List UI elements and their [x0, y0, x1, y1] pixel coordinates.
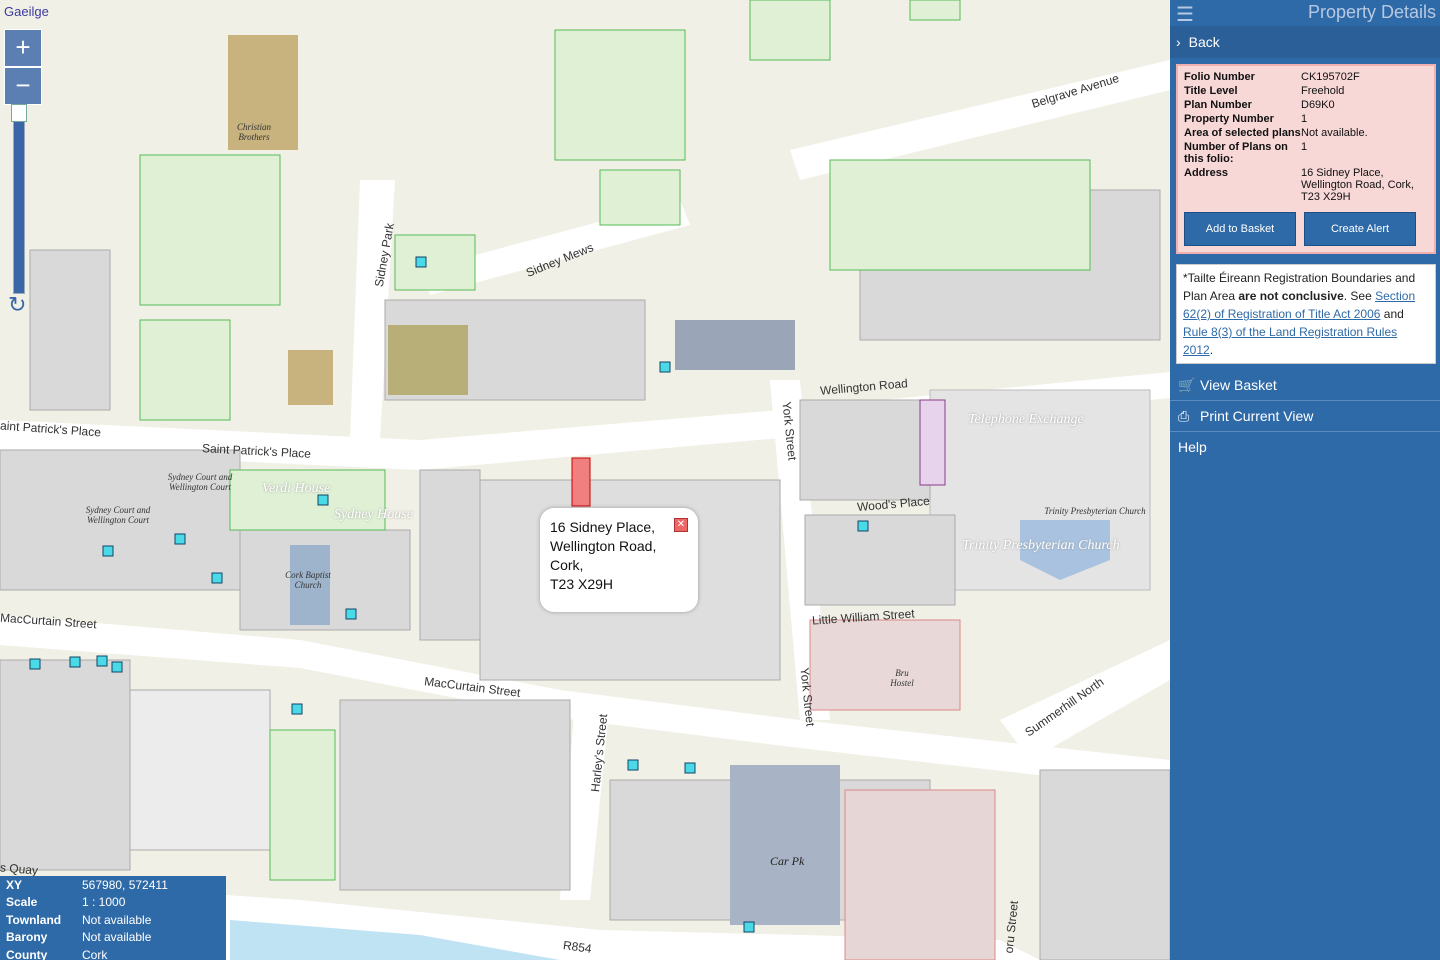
- label-bru-hostel: Bru Hostel: [890, 668, 914, 688]
- label-trinity-church: Trinity Presbyterian Church: [962, 538, 1120, 553]
- property-panel: ☰ Property Details › Back Folio Number CK…: [1170, 0, 1440, 960]
- cart-icon: 🛒: [1178, 376, 1196, 393]
- language-link[interactable]: Gaeilge: [4, 4, 49, 19]
- back-label: Back: [1188, 34, 1220, 50]
- townland-label: Townland: [6, 912, 62, 927]
- popup-line-1: 16 Sidney Place,: [550, 519, 656, 535]
- detail-key: Property Number: [1184, 113, 1274, 125]
- detail-key: Folio Number: [1184, 71, 1255, 83]
- refresh-icon[interactable]: ↻: [8, 292, 26, 318]
- view-basket-label: View Basket: [1200, 377, 1277, 393]
- detail-row: Number of Plans on this folio: 1: [1178, 140, 1434, 166]
- county-label: County: [6, 947, 48, 960]
- notice-bold: are not conclusive: [1238, 289, 1344, 303]
- notice-text: . See: [1343, 289, 1376, 303]
- barony-value: Not available: [82, 930, 152, 945]
- detail-value: D69K0: [1301, 99, 1335, 111]
- back-button[interactable]: › Back: [1170, 26, 1440, 58]
- scale-label: Scale: [6, 895, 38, 910]
- detail-value: 16 Sidney Place, Wellington Road, Cork, …: [1301, 167, 1414, 203]
- detail-value: 1: [1301, 141, 1308, 153]
- detail-row: Title Level Freehold: [1178, 84, 1434, 98]
- chevron-right-icon: ›: [1176, 34, 1181, 50]
- label-car-park: Car Pk: [770, 854, 805, 868]
- print-view-item[interactable]: ⎙ Print Current View: [1170, 401, 1440, 432]
- detail-key: Address: [1184, 167, 1229, 179]
- popup-line-2: Wellington Road,: [550, 538, 657, 554]
- menu-icon[interactable]: ☰: [1176, 2, 1194, 27]
- detail-value: Not available.: [1301, 127, 1368, 139]
- label-trinity-small: Trinity Presbyterian Church: [1044, 506, 1146, 516]
- detail-key: Plan Number: [1184, 99, 1252, 111]
- view-basket-item[interactable]: 🛒 View Basket: [1170, 370, 1440, 401]
- label-cork-baptist: Cork Baptist Church: [285, 570, 331, 590]
- detail-row: Folio Number CK195702F: [1178, 70, 1434, 84]
- label-christian-brothers: Christian Brothers: [236, 122, 271, 142]
- zoom-out-button[interactable]: −: [4, 67, 42, 105]
- detail-row: Property Number 1: [1178, 112, 1434, 126]
- label-verdi-house: Verdi House: [262, 481, 331, 496]
- notice-text: .: [1209, 343, 1214, 357]
- label-sydney-court-2: Sydney Court and Wellington Court: [85, 505, 151, 525]
- detail-key: Title Level: [1184, 85, 1238, 97]
- detail-value: 1: [1301, 113, 1308, 125]
- barony-label: Barony: [6, 930, 48, 945]
- disclaimer-notice: *Tailte Éireann Registration Boundaries …: [1176, 264, 1436, 364]
- map-canvas[interactable]: Gaeilge + − ↻ Belgrave Avenue Sidney Par…: [0, 0, 1170, 960]
- printer-icon: ⎙: [1178, 407, 1190, 424]
- close-icon[interactable]: ✕: [674, 518, 688, 532]
- zoom-in-button[interactable]: +: [4, 29, 42, 67]
- property-details-box: Folio Number CK195702F Title Level Freehol…: [1176, 64, 1436, 254]
- detail-key: Number of Plans on this folio:: [1184, 141, 1288, 165]
- rule-8-link[interactable]: Rule 8(3) of the Land Registration Rules…: [1183, 325, 1397, 357]
- label-sydney-court-1: Sydney Court and Wellington Court: [167, 472, 233, 492]
- panel-title: Property Details: [1307, 2, 1436, 22]
- detail-row: Address 16 Sidney Place, Wellington Road,…: [1178, 166, 1434, 204]
- help-label: Help: [1178, 439, 1207, 455]
- townland-value: Not available: [82, 912, 152, 927]
- detail-row: Area of selected plans Not available.: [1178, 126, 1434, 140]
- xy-value: 567980, 572411: [82, 877, 168, 892]
- zoom-slider[interactable]: [13, 106, 25, 294]
- detail-value: CK195702F: [1301, 71, 1360, 83]
- xy-label: XY: [6, 877, 23, 892]
- print-label: Print Current View: [1200, 408, 1314, 424]
- label-sydney-house: Sydney House: [334, 507, 413, 522]
- zoom-slider-thumb[interactable]: [11, 104, 27, 122]
- popup-line-3: Cork,: [550, 557, 584, 573]
- address-popup: 16 Sidney Place, Wellington Road, Cork, …: [540, 508, 698, 612]
- detail-key: Area of selected plans: [1184, 127, 1301, 139]
- popup-line-4: T23 X29H: [550, 576, 614, 592]
- create-alert-button[interactable]: Create Alert: [1304, 212, 1416, 246]
- county-value: Cork: [82, 947, 108, 960]
- add-to-basket-button[interactable]: Add to Basket: [1184, 212, 1296, 246]
- panel-header: ☰ Property Details: [1170, 0, 1440, 26]
- scale-value: 1 : 1000: [82, 895, 126, 910]
- detail-value: Freehold: [1301, 85, 1345, 97]
- coordinate-info-box: XY 567980, 572411 Scale 1 : 1000 Townland N…: [0, 876, 226, 960]
- label-telephone-exchange: Telephone Exchange: [968, 412, 1084, 427]
- detail-row: Plan Number D69K0: [1178, 98, 1434, 112]
- notice-text: and: [1380, 307, 1404, 321]
- help-item[interactable]: Help: [1170, 432, 1440, 462]
